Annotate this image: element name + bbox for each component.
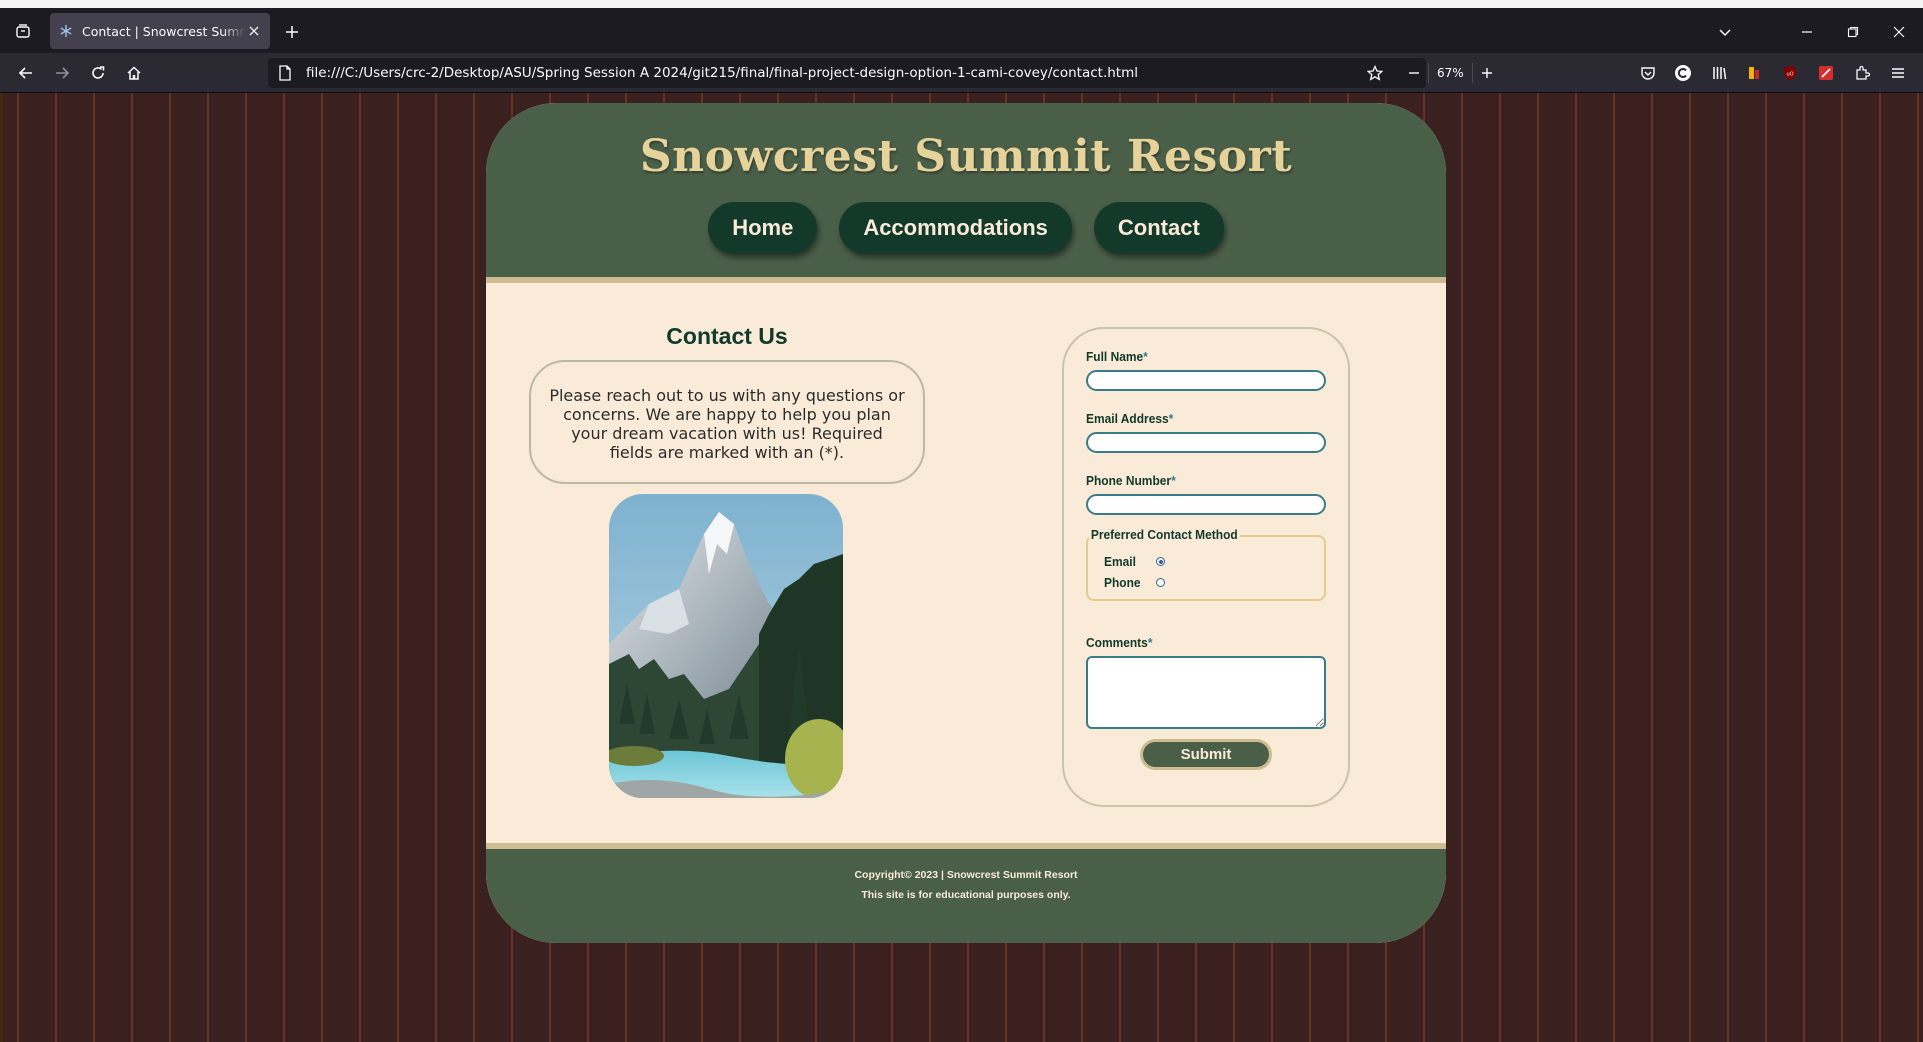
star-icon[interactable]	[1364, 62, 1386, 84]
tab-list-icon[interactable]	[0, 8, 46, 53]
full-name-input[interactable]	[1086, 370, 1326, 391]
zoom-out-icon[interactable]	[1400, 62, 1428, 84]
contact-form: Full Name* Email Address* Phone Number* …	[1062, 327, 1350, 807]
comments-label: Comments*	[1086, 635, 1153, 650]
zoom-in-icon[interactable]	[1473, 62, 1501, 84]
contact-heading: Contact Us	[666, 323, 788, 349]
window-close-icon[interactable]	[1887, 20, 1911, 44]
window-top-strip	[0, 0, 1923, 8]
address-bar[interactable]: file:///C:/Users/crc-2/Desktop/ASU/Sprin…	[268, 58, 1426, 88]
forward-icon[interactable]	[50, 61, 74, 85]
url-text: file:///C:/Users/crc-2/Desktop/ASU/Sprin…	[306, 65, 1138, 81]
pdf-extension-icon[interactable]	[1815, 62, 1837, 84]
active-tab[interactable]: Contact | Snowcrest Summit Resort	[50, 13, 270, 49]
email-radio[interactable]	[1156, 557, 1165, 566]
email-option-label: Email	[1104, 554, 1136, 569]
educational-note: This site is for educational purposes on…	[861, 889, 1071, 901]
home-icon[interactable]	[122, 61, 146, 85]
submit-button[interactable]: Submit	[1140, 739, 1272, 770]
chevron-down-icon[interactable]	[1713, 20, 1737, 44]
contact-method-fieldset: Preferred Contact Method Email Phone	[1086, 527, 1326, 601]
resort-page: Snowcrest Summit Resort Home Accommodati…	[486, 103, 1446, 943]
navigation-toolbar: file:///C:/Users/crc-2/Desktop/ASU/Sprin…	[0, 53, 1923, 93]
zoom-controls: 67%	[1400, 58, 1501, 88]
extensions-icon[interactable]	[1851, 62, 1873, 84]
ublock-icon[interactable]: uO	[1779, 62, 1801, 84]
back-icon[interactable]	[14, 61, 38, 85]
tab-bar: Contact | Snowcrest Summit Resort	[0, 8, 1923, 53]
full-name-label: Full Name*	[1086, 349, 1148, 364]
menu-icon[interactable]	[1887, 62, 1909, 84]
email-label: Email Address*	[1086, 411, 1174, 426]
method-option-phone: Phone	[1104, 572, 1324, 593]
close-icon[interactable]	[246, 23, 262, 39]
pocket-icon[interactable]	[1637, 62, 1659, 84]
mountain-image	[609, 494, 843, 798]
comments-textarea[interactable]	[1086, 656, 1326, 729]
page-icon	[278, 65, 294, 81]
snowflake-favicon	[58, 23, 74, 39]
page-viewport: Snowcrest Summit Resort Home Accommodati…	[0, 93, 1923, 1042]
contact-intro: Please reach out to us with any question…	[529, 360, 925, 484]
contact-method-legend: Preferred Contact Method	[1089, 527, 1240, 542]
reload-icon[interactable]	[86, 61, 110, 85]
nav-home-link[interactable]: Home	[708, 202, 818, 254]
phone-radio[interactable]	[1156, 578, 1165, 587]
phone-label: Phone Number*	[1086, 473, 1176, 488]
method-option-email: Email	[1104, 551, 1324, 572]
email-input[interactable]	[1086, 432, 1326, 453]
contact-info: Contact Us Please reach out to us with a…	[529, 323, 925, 484]
phone-input[interactable]	[1086, 494, 1326, 515]
nav-contact-link[interactable]: Contact	[1093, 202, 1224, 254]
plus-icon[interactable]	[280, 20, 304, 44]
main-content: Contact Us Please reach out to us with a…	[486, 283, 1446, 843]
library-icon[interactable]	[1708, 62, 1730, 84]
nav-accommodations-link[interactable]: Accommodations	[839, 202, 1072, 254]
honey-extension-icon[interactable]	[1743, 62, 1765, 84]
phone-option-label: Phone	[1104, 575, 1141, 590]
main-nav: Home Accommodations Contact	[486, 202, 1446, 254]
restore-icon[interactable]	[1841, 20, 1865, 44]
site-title: Snowcrest Summit Resort	[639, 131, 1293, 182]
site-header: Snowcrest Summit Resort Home Accommodati…	[486, 103, 1446, 283]
zoom-level[interactable]: 67%	[1428, 63, 1473, 83]
copyright-text: Copyright© 2023 | Snowcrest Summit Resor…	[854, 869, 1078, 881]
minimize-icon[interactable]	[1795, 20, 1819, 44]
site-footer: Copyright© 2023 | Snowcrest Summit Resor…	[486, 843, 1446, 943]
svg-text:uO: uO	[1786, 72, 1793, 78]
account-icon[interactable]	[1672, 62, 1694, 84]
tab-title: Contact | Snowcrest Summit Resort	[82, 23, 246, 39]
